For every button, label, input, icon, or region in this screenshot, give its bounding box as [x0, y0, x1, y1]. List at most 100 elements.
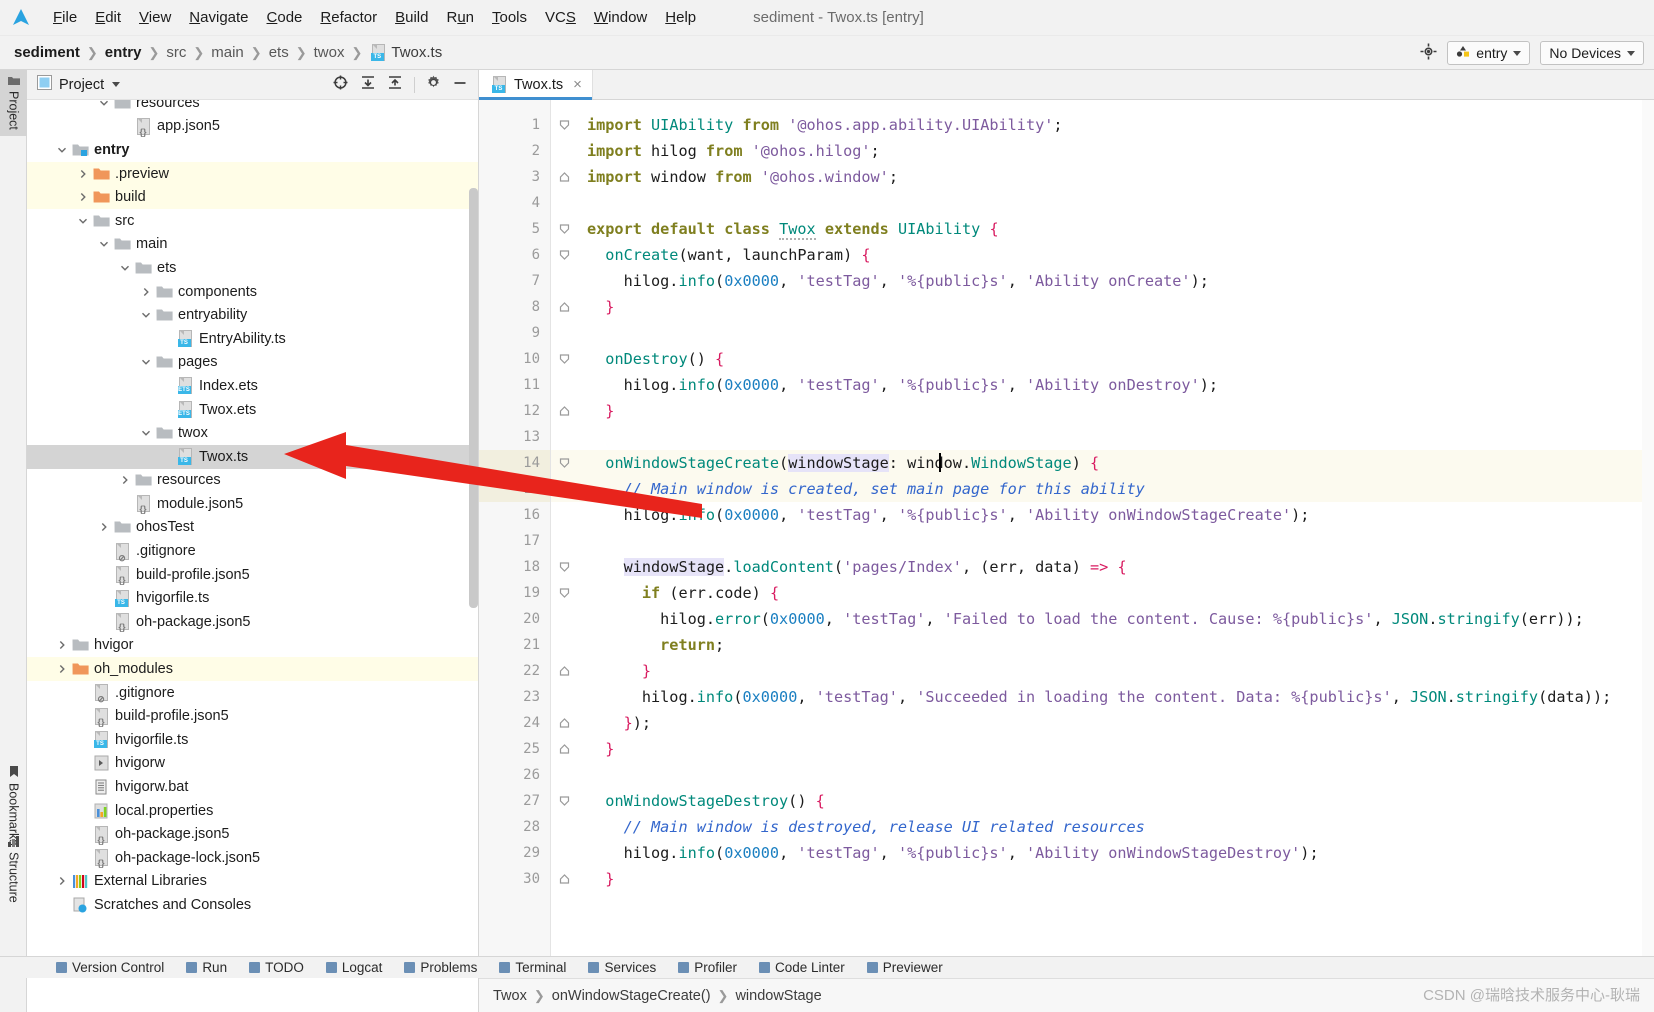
chevron-down-icon[interactable] — [138, 357, 154, 367]
tree-item-oh-package-lock-json5[interactable]: {} oh-package-lock.json5 — [27, 846, 478, 870]
target-locate-icon[interactable] — [1420, 43, 1437, 64]
chevron-down-icon[interactable] — [138, 310, 154, 320]
project-tree-scrollbar[interactable] — [469, 188, 478, 608]
crumb-class[interactable]: Twox — [493, 988, 527, 1004]
menu-help[interactable]: Help — [656, 6, 705, 29]
fold-end-icon[interactable] — [558, 658, 571, 684]
chevron-right-icon[interactable] — [54, 664, 70, 674]
bottom-tool-problems[interactable]: Problems — [404, 960, 477, 975]
close-icon[interactable]: × — [573, 76, 582, 93]
fold-collapse-icon[interactable] — [558, 346, 571, 372]
menu-window[interactable]: Window — [585, 6, 656, 29]
menu-run[interactable]: Run — [437, 6, 483, 29]
bottom-tool-services[interactable]: Services — [588, 960, 656, 975]
tree-item-gitignore[interactable]: ⊘ .gitignore — [27, 539, 478, 563]
chevron-down-icon[interactable] — [54, 145, 70, 155]
chevron-right-icon[interactable] — [96, 522, 112, 532]
tree-item-hvigorw[interactable]: hvigorw — [27, 752, 478, 776]
chevron-right-icon[interactable] — [138, 287, 154, 297]
run-configuration-selector[interactable]: entry — [1447, 41, 1531, 65]
hide-panel-icon[interactable] — [452, 75, 468, 95]
menu-refactor[interactable]: Refactor — [311, 6, 386, 29]
fold-collapse-icon[interactable] — [558, 788, 571, 814]
bottom-tool-logcat[interactable]: Logcat — [325, 960, 382, 975]
fold-end-icon[interactable] — [558, 164, 571, 190]
tree-item-gitignore[interactable]: ⊘ .gitignore — [27, 681, 478, 705]
breadcrumb-main[interactable]: main — [211, 44, 244, 61]
tab-twox-ts[interactable]: TS Twox.ts × — [479, 70, 593, 100]
tree-item-hvigorfile-ts[interactable]: TS hvigorfile.ts — [27, 728, 478, 752]
tree-item-hvigorfile-ts[interactable]: TS hvigorfile.ts — [27, 586, 478, 610]
tree-item-oh-modules[interactable]: oh_modules — [27, 657, 478, 681]
tree-item-ohostest[interactable]: ohosTest — [27, 516, 478, 540]
menu-vcs[interactable]: VCS — [536, 6, 585, 29]
code-folding-column[interactable] — [551, 100, 577, 978]
crumb-variable[interactable]: windowStage — [735, 988, 821, 1004]
tree-item-entry[interactable]: entry — [27, 138, 478, 162]
tree-item-twox-ts[interactable]: TS Twox.ts — [27, 444, 478, 469]
chevron-right-icon[interactable] — [54, 876, 70, 886]
fold-collapse-icon[interactable] — [558, 242, 571, 268]
chevron-down-icon[interactable] — [138, 428, 154, 438]
breadcrumb-entry[interactable]: entry — [105, 44, 142, 61]
tree-item-twox-ets[interactable]: ETS Twox.ets — [27, 398, 478, 422]
bottom-tool-terminal[interactable]: Terminal — [499, 960, 566, 975]
bottom-tool-code-linter[interactable]: Code Linter — [758, 960, 845, 975]
scroll-from-source-icon[interactable] — [332, 74, 349, 95]
crumb-method[interactable]: onWindowStageCreate() — [552, 988, 711, 1004]
breadcrumb-ets[interactable]: ets — [269, 44, 289, 61]
tree-item-pages[interactable]: pages — [27, 351, 478, 375]
fold-end-icon[interactable] — [558, 710, 571, 736]
tree-item-resources[interactable]: resources — [27, 469, 478, 493]
tree-item-twox[interactable]: twox — [27, 421, 478, 445]
chevron-right-icon[interactable] — [75, 192, 91, 202]
tool-button-project[interactable]: Project — [0, 70, 27, 136]
chevron-down-icon[interactable] — [96, 239, 112, 249]
tree-item-app-json5[interactable]: {} app.json5 — [27, 115, 478, 139]
fold-collapse-icon[interactable] — [558, 580, 571, 606]
tree-item-ets[interactable]: ets — [27, 256, 478, 280]
menu-navigate[interactable]: Navigate — [180, 6, 257, 29]
chevron-down-icon[interactable] — [112, 82, 121, 87]
tool-button-structure[interactable]: Structure — [0, 830, 27, 909]
bottom-tool-todo[interactable]: TODO — [249, 960, 304, 975]
fold-end-icon[interactable] — [558, 294, 571, 320]
bottom-tool-run[interactable]: Run — [186, 960, 227, 975]
tree-item-external-libraries[interactable]: External Libraries — [27, 870, 478, 894]
editor-scrollbar[interactable] — [1642, 100, 1654, 978]
tree-item-scratches-and-consoles[interactable]: Scratches and Consoles — [27, 893, 478, 917]
code-editor[interactable]: 1 2 3 4 5 6 7 8 9 10 11 12 13 14 15 16 17 18 19 20 21 22 23 24 2… — [479, 100, 1654, 978]
tree-item-main[interactable]: main — [27, 233, 478, 257]
tree-item-index-ets[interactable]: ETS Index.ets — [27, 374, 478, 398]
menu-edit[interactable]: Edit — [86, 6, 130, 29]
tree-item-preview[interactable]: .preview — [27, 161, 478, 186]
breadcrumb-sediment[interactable]: sediment — [14, 44, 80, 61]
chevron-right-icon[interactable] — [54, 640, 70, 650]
tree-item-src[interactable]: src — [27, 209, 478, 233]
menu-view[interactable]: View — [130, 6, 180, 29]
expand-all-icon[interactable] — [360, 75, 376, 95]
tree-item-entryability-ts[interactable]: TS EntryAbility.ts — [27, 327, 478, 351]
collapse-all-icon[interactable] — [387, 75, 403, 95]
tree-item-hvigor[interactable]: hvigor — [27, 634, 478, 658]
tree-item-build-profile-json5[interactable]: {} build-profile.json5 — [27, 704, 478, 728]
menu-file[interactable]: File — [44, 6, 86, 29]
menu-tools[interactable]: Tools — [483, 6, 536, 29]
breadcrumb-twox[interactable]: twox — [314, 44, 345, 61]
tree-item-entryability[interactable]: entryability — [27, 303, 478, 327]
project-file-tree[interactable]: resources {} app.json5 entry .preview build sr… — [27, 100, 478, 1012]
breadcrumb-twox-ts[interactable]: Twox.ts — [391, 44, 442, 61]
tree-item-oh-package-json5[interactable]: {} oh-package.json5 — [27, 822, 478, 846]
gear-icon[interactable] — [426, 75, 441, 94]
bottom-tool-previewer[interactable]: Previewer — [866, 960, 943, 975]
code-text-area[interactable]: import UIAbility from '@ohos.app.ability… — [577, 100, 1654, 978]
fold-collapse-icon[interactable] — [558, 216, 571, 242]
tree-item-local-properties[interactable]: local.properties — [27, 799, 478, 823]
device-selector[interactable]: No Devices — [1540, 41, 1644, 65]
tree-item-build[interactable]: build — [27, 185, 478, 209]
tree-item-hvigorw-bat[interactable]: hvigorw.bat — [27, 775, 478, 799]
breadcrumb-src[interactable]: src — [166, 44, 186, 61]
fold-collapse-icon[interactable] — [558, 112, 571, 138]
chevron-right-icon[interactable] — [117, 475, 133, 485]
fold-collapse-icon[interactable] — [558, 554, 571, 580]
